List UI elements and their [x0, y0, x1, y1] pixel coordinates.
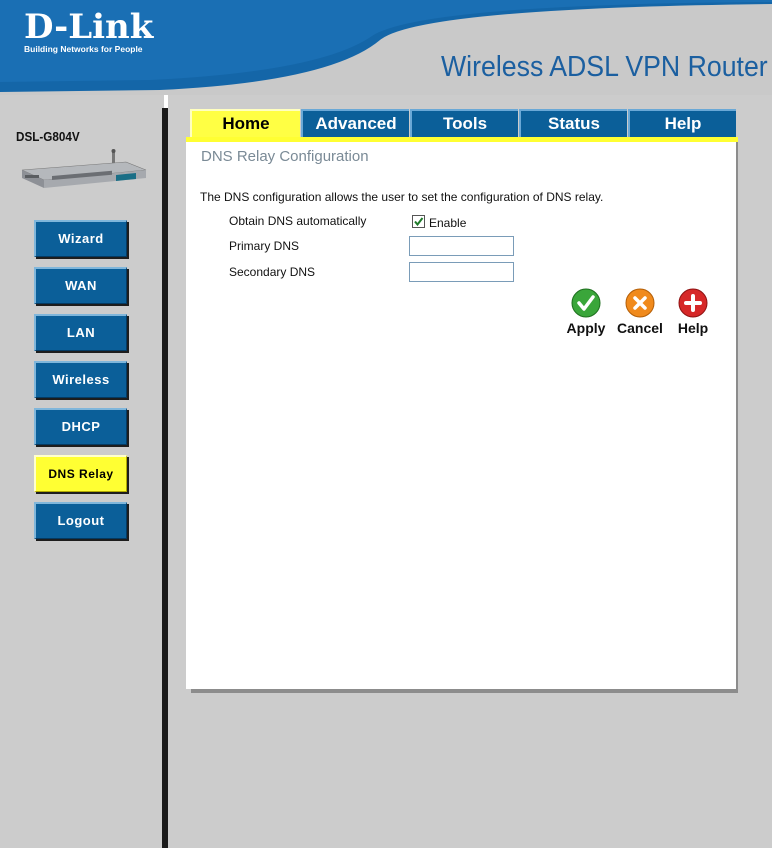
help-label: Help — [677, 320, 709, 336]
checkmark-icon — [414, 217, 424, 227]
model-label: DSL-G804V — [16, 129, 80, 144]
tab-underline — [186, 137, 738, 142]
sidebar-item-wizard[interactable]: Wizard — [34, 220, 127, 257]
apply-label: Apply — [566, 320, 606, 336]
enable-label: Enable — [429, 216, 467, 230]
page-description: The DNS configuration allows the user to… — [200, 190, 604, 204]
sidebar-item-wan[interactable]: WAN — [34, 267, 127, 304]
cancel-label: Cancel — [617, 320, 663, 336]
primary-dns-input[interactable] — [409, 236, 514, 256]
apply-button[interactable]: Apply — [564, 288, 608, 336]
secondary-dns-label: Secondary DNS — [229, 265, 316, 279]
sidebar-divider — [162, 108, 168, 848]
enable-checkbox[interactable] — [412, 215, 425, 228]
tab-advanced[interactable]: Advanced — [301, 109, 409, 137]
tab-status[interactable]: Status — [519, 109, 627, 137]
tab-home[interactable]: Home — [190, 109, 300, 137]
plus-help-icon — [678, 288, 708, 318]
product-title: Wireless ADSL VPN Router — [441, 51, 768, 83]
sidebar-item-dns-relay[interactable]: DNS Relay — [34, 455, 127, 492]
help-button[interactable]: Help — [674, 288, 712, 336]
checkmark-icon — [571, 288, 601, 318]
page-title: DNS Relay Configuration — [201, 148, 369, 165]
cancel-x-icon — [625, 288, 655, 318]
obtain-dns-label: Obtain DNS automatically — [229, 214, 367, 228]
router-image — [21, 149, 147, 188]
cancel-button[interactable]: Cancel — [614, 288, 666, 336]
primary-dns-label: Primary DNS — [229, 239, 300, 253]
top-tabs: Home Advanced Tools Status Help — [186, 109, 738, 138]
sidebar-item-lan[interactable]: LAN — [34, 314, 127, 351]
dlink-logo: D-Link Building Networks for People — [24, 7, 154, 54]
sidebar-item-wireless[interactable]: Wireless — [34, 361, 127, 398]
sidebar-item-logout[interactable]: Logout — [34, 502, 127, 539]
secondary-dns-input[interactable] — [409, 262, 514, 282]
tab-tools[interactable]: Tools — [410, 109, 518, 137]
tab-help[interactable]: Help — [628, 109, 736, 137]
header: D-Link Building Networks for People Wire… — [0, 0, 772, 95]
sidebar-item-dhcp[interactable]: DHCP — [34, 408, 127, 445]
